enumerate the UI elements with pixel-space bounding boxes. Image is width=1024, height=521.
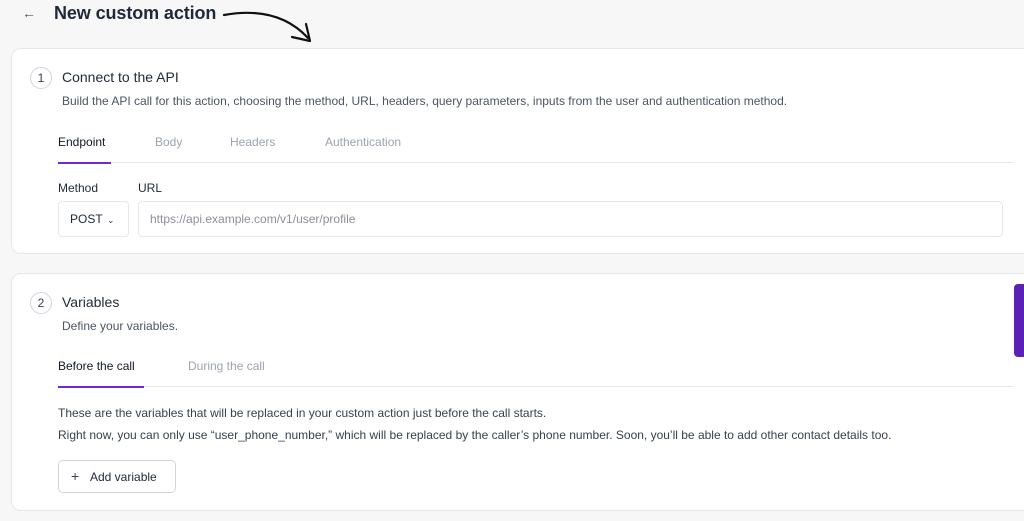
back-button[interactable]: ← xyxy=(20,4,38,22)
url-input[interactable] xyxy=(138,201,1003,237)
add-variable-button[interactable]: + Add variable xyxy=(58,460,176,493)
method-value: POST xyxy=(70,212,103,226)
variables-card: 2 Variables Define your variables. Befor… xyxy=(11,273,1024,511)
method-label: Method xyxy=(58,181,99,195)
page-header: ← New custom action xyxy=(0,0,1024,43)
add-variable-label: Add variable xyxy=(90,470,157,484)
info-text-line-2: Right now, you can only use “user_phone_… xyxy=(58,428,892,442)
plus-icon: + xyxy=(71,468,80,484)
url-label: URL xyxy=(138,181,163,195)
section-description: Define your variables. xyxy=(62,319,179,333)
scrollbar-thumb[interactable] xyxy=(1014,284,1024,357)
arrow-left-icon: ← xyxy=(22,5,36,21)
arrow-annotation-icon xyxy=(222,11,312,43)
connect-api-card: 1 Connect to the API Build the API call … xyxy=(11,48,1024,254)
tab-before-the-call[interactable]: Before the call xyxy=(58,351,144,388)
variables-tabs: Before the call During the call xyxy=(58,351,1013,388)
tab-body[interactable]: Body xyxy=(155,127,182,163)
tab-during-the-call[interactable]: During the call xyxy=(188,351,265,387)
endpoint-tabs: Endpoint Body Headers Authentication xyxy=(58,127,1013,164)
chevron-down-icon: ⌄ xyxy=(107,215,115,225)
section-title: Variables xyxy=(62,294,120,310)
section-description: Build the API call for this action, choo… xyxy=(62,94,788,108)
section-title: Connect to the API xyxy=(62,69,179,85)
tab-endpoint[interactable]: Endpoint xyxy=(58,127,111,164)
step-number: 2 xyxy=(30,292,52,314)
step-number: 1 xyxy=(30,67,52,89)
method-select[interactable]: POST ⌄ xyxy=(58,201,129,237)
tab-headers[interactable]: Headers xyxy=(230,127,275,163)
page-title: New custom action xyxy=(54,3,217,23)
tab-authentication[interactable]: Authentication xyxy=(325,127,401,163)
info-text-line-1: These are the variables that will be rep… xyxy=(58,406,547,420)
